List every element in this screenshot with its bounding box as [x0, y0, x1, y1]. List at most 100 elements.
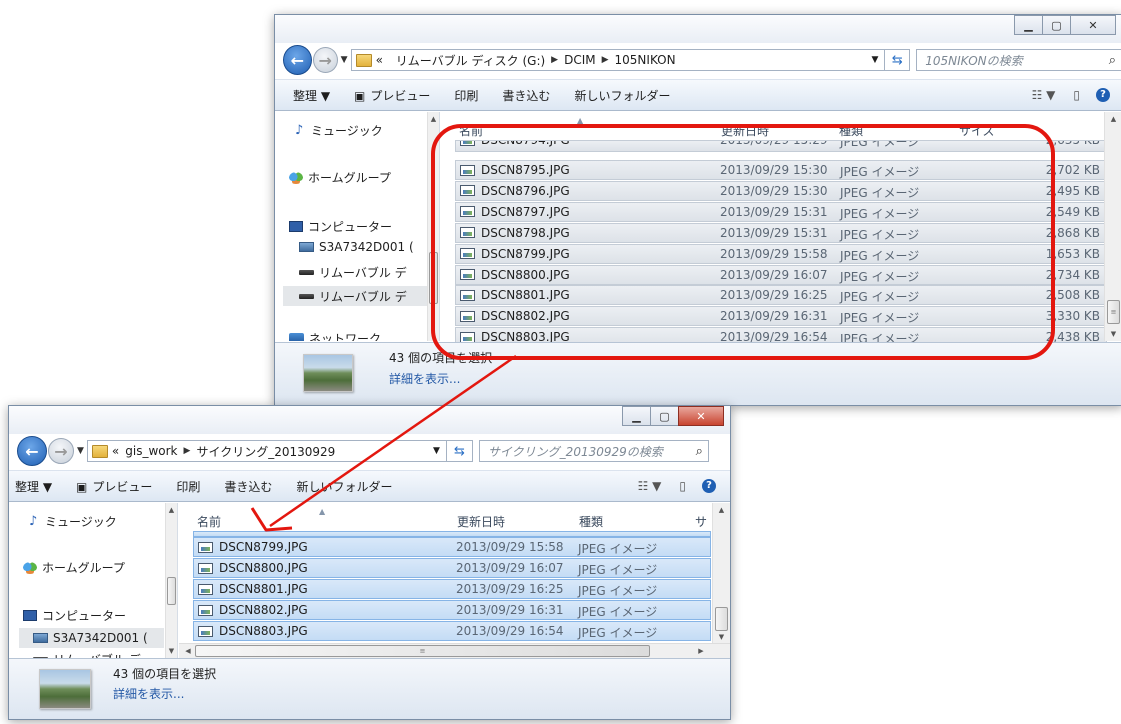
scroll-up-icon[interactable]: ▲ [1105, 112, 1121, 126]
history-dropdown-icon[interactable]: ▼ [341, 55, 348, 65]
file-row[interactable]: DSCN8802.JPG 2013/09/29 16:31 JPEG イメージ 3,3… [455, 306, 1107, 327]
new-folder-button[interactable]: 新しいフォルダー [296, 478, 392, 495]
h-scroll-thumb[interactable]: ≡ [195, 645, 650, 657]
column-modified[interactable]: 更新日時 [457, 513, 505, 530]
scroll-thumb[interactable] [429, 252, 438, 304]
breadcrumb-overflow[interactable]: « [112, 444, 119, 458]
scroll-thumb[interactable] [715, 607, 728, 631]
refresh-button[interactable]: ⇆ [446, 440, 473, 462]
back-button[interactable]: ← [283, 45, 312, 75]
nav-item-drive-c[interactable]: S3A7342D001 ( [19, 628, 164, 648]
column-type[interactable]: 種類 [839, 122, 863, 139]
maximize-button[interactable]: ▢ [650, 406, 679, 426]
minimize-button[interactable]: ▁ [622, 406, 651, 426]
view-options-icon[interactable]: ☷ ▼ [1032, 88, 1056, 102]
chevron-right-icon[interactable]: ▶ [551, 55, 558, 65]
column-type[interactable]: 種類 [579, 513, 603, 530]
scroll-up-icon[interactable]: ▲ [428, 112, 439, 126]
chevron-right-icon[interactable]: ▶ [602, 55, 609, 65]
forward-button[interactable]: → [48, 438, 74, 464]
back-button[interactable]: ← [17, 436, 47, 466]
search-icon[interactable]: ⌕ [1109, 53, 1116, 68]
nav-scrollbar[interactable]: ▲ ▼ [165, 503, 177, 658]
refresh-button[interactable]: ⇆ [885, 49, 911, 71]
file-row[interactable]: DSCN8800.JPG 2013/09/29 16:07 JPEG イメージ [193, 558, 711, 578]
history-dropdown-icon[interactable]: ▼ [77, 446, 84, 456]
nav-item-drive-c[interactable]: S3A7342D001 ( [299, 240, 414, 254]
breadcrumb-overflow[interactable]: « [376, 53, 383, 67]
close-button[interactable]: ✕ [678, 406, 724, 426]
file-row[interactable]: DSCN8799.JPG 2013/09/29 15:58 JPEG イメージ 1,6… [455, 243, 1107, 264]
file-list-scrollbar[interactable]: ▲ ▼ [712, 503, 730, 644]
address-bar[interactable]: « リムーバブル ディスク (G:) ▶ DCIM ▶ 105NIKON ▼ [350, 49, 886, 71]
scroll-up-icon[interactable]: ▲ [166, 503, 177, 517]
file-row[interactable]: DSCN8798.JPG 2013/09/29 15:31 JPEG イメージ 2,8… [455, 222, 1107, 243]
view-options-icon[interactable]: ☷ ▼ [638, 479, 662, 493]
file-row[interactable]: DSCN8795.JPG 2013/09/29 15:30 JPEG イメージ 2,7… [455, 160, 1107, 180]
print-button[interactable]: 印刷 [454, 87, 478, 104]
nav-item-homegroup[interactable]: ホームグループ [23, 559, 125, 576]
nav-item-music[interactable]: ♪ ミュージック [29, 513, 117, 530]
close-button[interactable]: ✕ [1070, 15, 1116, 35]
maximize-button[interactable]: ▢ [1042, 15, 1071, 35]
nav-item-network[interactable]: ネットワーク [289, 330, 381, 341]
help-icon[interactable]: ? [702, 479, 716, 493]
new-folder-button[interactable]: 新しいフォルダー [574, 87, 670, 104]
file-row[interactable]: DSCN8796.JPG 2013/09/29 15:30 JPEG イメージ 2,4… [455, 180, 1107, 201]
show-details-link[interactable]: 詳細を表示... [113, 685, 184, 702]
address-dropdown-icon[interactable]: ▼ [871, 55, 878, 65]
scroll-left-icon[interactable]: ◀ [183, 644, 193, 658]
column-name[interactable]: 名前 [197, 513, 221, 530]
file-row[interactable]: DSCN8797.JPG 2013/09/29 15:31 JPEG イメージ 2,5… [455, 201, 1107, 222]
nav-item-homegroup[interactable]: ホームグループ [289, 169, 391, 186]
scroll-up-icon[interactable]: ▲ [713, 503, 730, 517]
search-input[interactable]: 105NIKONの検索 ⌕ [916, 49, 1121, 71]
organize-button[interactable]: 整理 ▼ [15, 478, 52, 495]
scroll-down-icon[interactable]: ▼ [713, 630, 730, 644]
search-input[interactable]: サイクリング_20130929の検索 ⌕ [478, 440, 709, 462]
nav-item-removable-1[interactable]: リムーバブル デ [299, 264, 407, 281]
breadcrumb-105nikon[interactable]: 105NIKON [615, 53, 676, 67]
nav-item-removable-1[interactable]: リムーバブル デ [33, 651, 141, 658]
burn-button[interactable]: 書き込む [224, 478, 272, 495]
file-row[interactable]: DSCN8801.JPG 2013/09/29 16:25 JPEG イメージ 2,5… [455, 285, 1107, 306]
title-bar[interactable]: ▁ ▢ ✕ [9, 406, 730, 434]
title-bar[interactable]: ▁ ▢ ✕ [275, 15, 1121, 43]
file-row[interactable]: DSCN8800.JPG 2013/09/29 16:07 JPEG イメージ 2,7… [455, 264, 1107, 285]
scroll-down-icon[interactable]: ▼ [1105, 327, 1121, 341]
column-modified[interactable]: 更新日時 [721, 122, 769, 139]
column-size[interactable]: サ [695, 513, 707, 530]
print-button[interactable]: 印刷 [176, 478, 200, 495]
column-name[interactable]: 名前 [459, 122, 483, 139]
search-icon[interactable]: ⌕ [696, 444, 703, 459]
scroll-right-icon[interactable]: ▶ [696, 644, 706, 658]
preview-button[interactable]: ▣ プレビュー [354, 87, 430, 104]
nav-item-music[interactable]: ♪ ミュージック [295, 122, 383, 139]
preview-button[interactable]: ▣ プレビュー [76, 478, 152, 495]
nav-item-computer[interactable]: コンピューター [23, 607, 126, 624]
file-row[interactable]: DSCN8803.JPG 2013/09/29 16:54 JPEG イメージ [193, 621, 711, 641]
breadcrumb-removable-disk[interactable]: リムーバブル ディスク (G:) [396, 52, 545, 69]
file-row[interactable]: DSCN8799.JPG 2013/09/29 15:58 JPEG イメージ [193, 537, 711, 557]
address-dropdown-icon[interactable]: ▼ [433, 446, 440, 456]
nav-item-removable-2[interactable]: リムーバブル デ [283, 286, 433, 306]
show-details-link[interactable]: 詳細を表示... [389, 370, 460, 387]
file-list-scrollbar[interactable]: ▲ ≡ ▼ [1104, 112, 1121, 341]
scroll-down-icon[interactable]: ▼ [166, 644, 177, 658]
file-row[interactable]: DSCN8801.JPG 2013/09/29 16:25 JPEG イメージ [193, 579, 711, 599]
breadcrumb-gis-work[interactable]: gis_work [125, 444, 177, 458]
preview-pane-icon[interactable]: ▯ [1073, 88, 1080, 102]
organize-button[interactable]: 整理 ▼ [293, 87, 330, 104]
burn-button[interactable]: 書き込む [502, 87, 550, 104]
chevron-right-icon[interactable]: ▶ [184, 446, 191, 456]
horizontal-scrollbar[interactable]: ◀ ≡ ▶ [179, 643, 730, 658]
help-icon[interactable]: ? [1096, 88, 1110, 102]
address-bar[interactable]: « gis_work ▶ サイクリング_20130929 ▼ [86, 440, 447, 462]
nav-item-computer[interactable]: コンピューター [289, 218, 392, 235]
breadcrumb-cycling[interactable]: サイクリング_20130929 [196, 443, 335, 460]
scroll-thumb[interactable]: ≡ [1107, 300, 1120, 324]
minimize-button[interactable]: ▁ [1014, 15, 1043, 35]
scroll-thumb[interactable] [167, 577, 176, 605]
file-row[interactable]: DSCN8802.JPG 2013/09/29 16:31 JPEG イメージ [193, 600, 711, 620]
column-size[interactable]: サイズ [959, 122, 995, 139]
